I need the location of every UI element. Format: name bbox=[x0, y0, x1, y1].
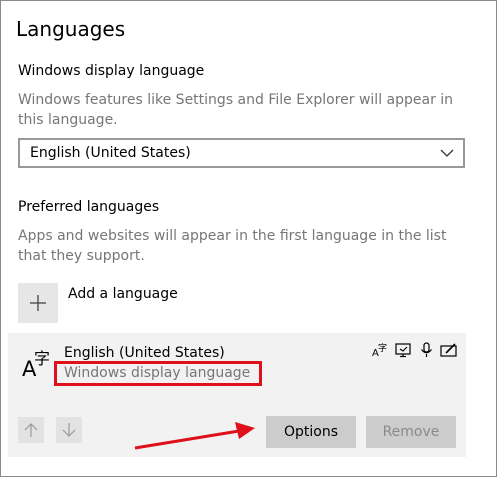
preferred-languages-heading: Preferred languages bbox=[18, 199, 160, 215]
highlight-box bbox=[54, 361, 262, 386]
display-language-dropdown[interactable]: English (United States) bbox=[18, 138, 465, 168]
svg-text:字: 字 bbox=[34, 349, 50, 368]
preferred-languages-description: Apps and websites will appear in the fir… bbox=[18, 228, 447, 264]
page-title: Languages bbox=[16, 17, 126, 41]
microphone-icon bbox=[421, 342, 432, 357]
move-down-button[interactable] bbox=[56, 417, 82, 443]
svg-text:字: 字 bbox=[378, 342, 387, 354]
handwriting-icon bbox=[440, 343, 457, 357]
plus-icon bbox=[30, 295, 46, 311]
remove-button[interactable]: Remove bbox=[366, 416, 456, 448]
display-language-selected: English (United States) bbox=[30, 145, 191, 161]
annotation-arrow-icon bbox=[134, 422, 255, 450]
language-icon: A 字 bbox=[22, 349, 50, 380]
settings-window: Languages Windows display language Windo… bbox=[0, 0, 497, 477]
arrow-down-icon bbox=[62, 423, 76, 437]
display-language-heading: Windows display language bbox=[18, 63, 205, 79]
arrow-up-icon bbox=[24, 423, 38, 437]
display-icon bbox=[395, 343, 411, 358]
move-up-button[interactable] bbox=[18, 417, 44, 443]
add-language-button[interactable] bbox=[18, 283, 58, 323]
language-name: English (United States) bbox=[64, 345, 225, 361]
options-button[interactable]: Options bbox=[266, 416, 356, 448]
language-pack-icon: A 字 bbox=[372, 342, 387, 358]
add-language-label[interactable]: Add a language bbox=[68, 286, 178, 302]
display-language-description: Windows features like Settings and File … bbox=[18, 92, 454, 128]
chevron-down-icon bbox=[440, 149, 454, 157]
